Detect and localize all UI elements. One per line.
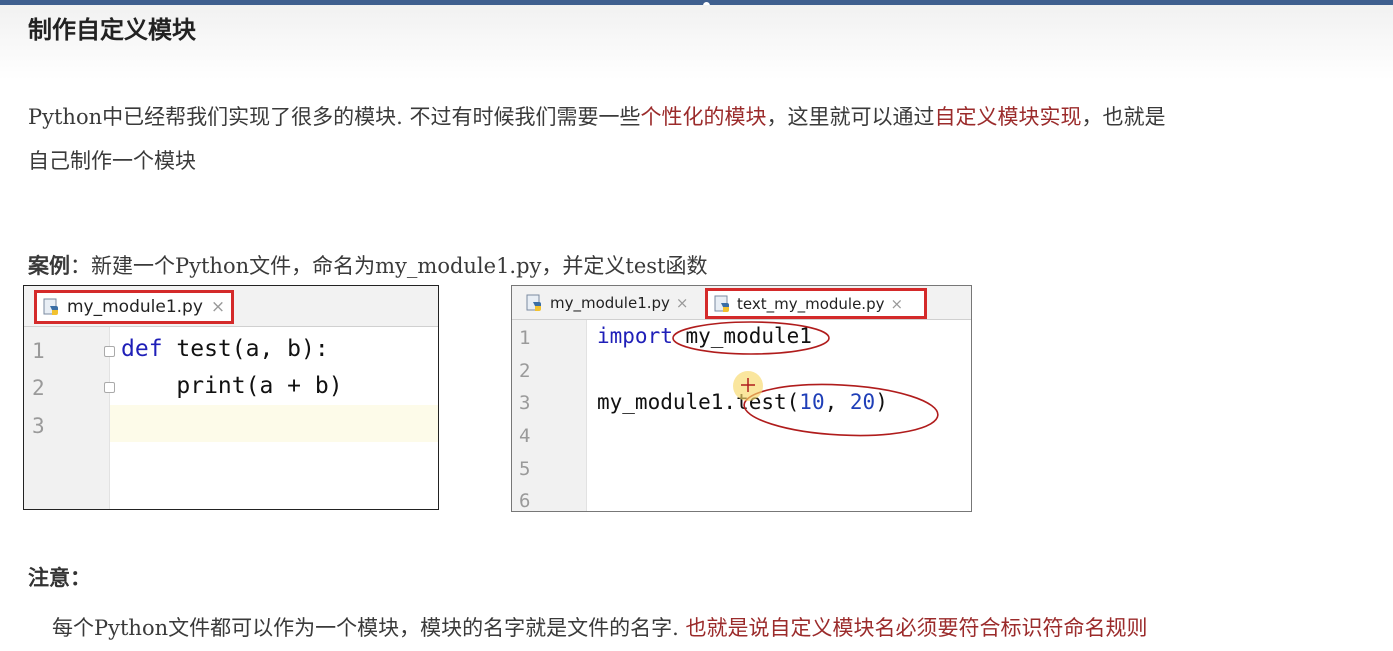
- line-number: 6: [519, 490, 531, 512]
- keyword-def: def: [121, 336, 163, 362]
- line-number: 2: [519, 360, 531, 382]
- editor2-tab-bar: my_module1.py × text_my_module.py ×: [512, 286, 971, 320]
- line-number: 4: [519, 425, 531, 447]
- code-text: my_module1: [672, 324, 812, 348]
- intro-highlight-2: 自定义模块实现: [934, 105, 1082, 129]
- code-line-1[interactable]: def test(a, b):: [121, 336, 329, 362]
- case-text: ：新建一个Python文件，命名为my_module1.py，并定义test函数: [70, 254, 708, 278]
- close-icon[interactable]: ×: [890, 295, 903, 313]
- code-line-2[interactable]: print(a + b): [121, 373, 342, 399]
- tab-text-my-module[interactable]: text_my_module.py ×: [705, 288, 927, 319]
- tab-label: my_module1.py: [67, 297, 203, 317]
- number-literal: 10: [799, 390, 825, 414]
- intro-paragraph-line2: 自己制作一个模块: [28, 149, 196, 173]
- note-label: 注意：: [28, 565, 91, 590]
- note-highlight: 也就是说自定义模块名必须要符合标识符命名规则: [685, 616, 1148, 640]
- line-number: 1: [519, 327, 531, 349]
- intro-text-2: ，这里就可以通过: [766, 105, 935, 129]
- editor-my-module1: my_module1.py × 1 2 3 def test(a, b): pr…: [23, 285, 439, 510]
- current-line-highlight: [110, 405, 438, 442]
- editor1-tab-bar: my_module1.py ×: [24, 286, 438, 327]
- line-number: 3: [32, 414, 45, 438]
- case-paragraph: 案例：新建一个Python文件，命名为my_module1.py，并定义test…: [28, 250, 708, 280]
- fold-marker-icon[interactable]: [104, 382, 115, 393]
- python-file-icon: [526, 294, 544, 312]
- intro-text-3: ，也就是: [1081, 105, 1166, 129]
- code-line-3[interactable]: my_module1.test(10, 20): [597, 390, 888, 414]
- code-text: test(a, b):: [162, 336, 329, 362]
- close-icon[interactable]: ×: [676, 294, 689, 312]
- close-icon[interactable]: ×: [211, 297, 225, 317]
- tab-my-module1[interactable]: my_module1.py ×: [522, 289, 695, 317]
- line-number: 3: [519, 392, 531, 414]
- line-number: 1: [32, 339, 45, 363]
- note-text: 每个Python文件都可以作为一个模块，模块的名字就是文件的名字.: [52, 616, 679, 640]
- note-paragraph: 每个Python文件都可以作为一个模块，模块的名字就是文件的名字. 也就是说自定…: [52, 612, 1148, 642]
- editor-text-my-module: my_module1.py × text_my_module.py × 1 2 …: [511, 285, 972, 512]
- line-number: 2: [32, 376, 45, 400]
- fold-marker-icon[interactable]: [104, 346, 115, 357]
- page-title: 制作自定义模块: [28, 16, 196, 44]
- code-text: ,: [824, 390, 850, 414]
- code-line-1[interactable]: import my_module1: [597, 324, 812, 348]
- header-background: [0, 5, 1393, 80]
- case-label: 案例: [28, 253, 70, 278]
- tab-my-module1[interactable]: my_module1.py ×: [34, 290, 235, 324]
- code-text: my_module1.test(: [597, 390, 800, 414]
- intro-paragraph: Python中已经帮我们实现了很多的模块. 不过有时候我们需要一些个性化的模块，…: [28, 100, 1165, 134]
- code-text: ): [875, 390, 888, 414]
- python-file-icon: [43, 298, 61, 316]
- line-number: 5: [519, 458, 531, 480]
- tab-label: text_my_module.py: [737, 294, 885, 313]
- intro-highlight-1: 个性化的模块: [640, 105, 767, 129]
- python-file-icon: [714, 295, 732, 313]
- tab-label: my_module1.py: [550, 294, 670, 312]
- number-literal: 20: [849, 390, 876, 414]
- keyword-import: import: [597, 324, 673, 348]
- intro-text-1: Python中已经帮我们实现了很多的模块. 不过有时候我们需要一些: [28, 105, 641, 129]
